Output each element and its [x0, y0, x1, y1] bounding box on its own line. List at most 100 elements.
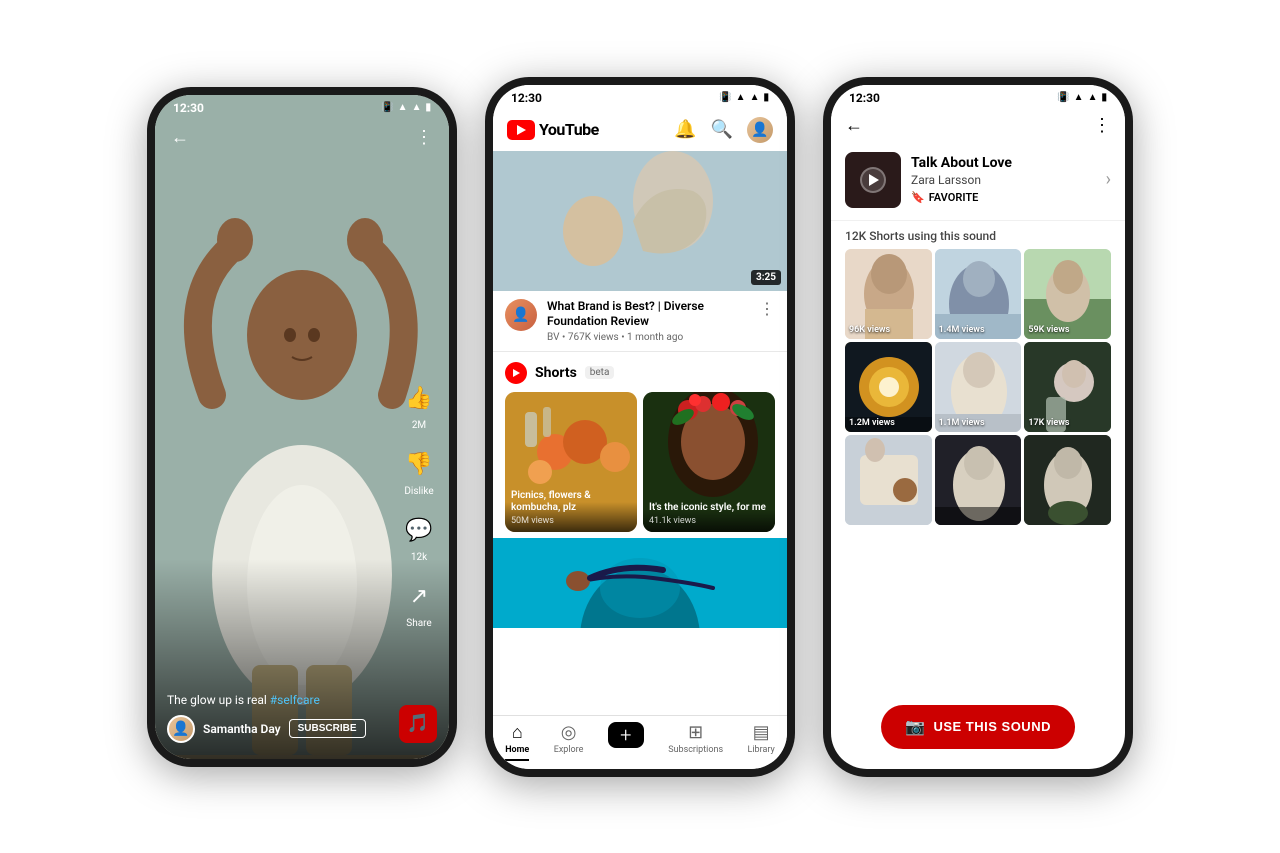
username: Samantha Day	[203, 722, 281, 736]
play-indicator	[860, 167, 886, 193]
phone1-caption: The glow up is real #selfcare	[167, 693, 389, 707]
user-avatar[interactable]: 👤	[747, 117, 773, 143]
use-this-sound-button[interactable]: 📷 USE THIS SOUND	[881, 705, 1075, 749]
sound-page-header: ← ⋮	[831, 109, 1125, 144]
nav-subscriptions[interactable]: ⊞ Subscriptions	[668, 722, 723, 761]
like-button[interactable]: 👍 2M	[401, 381, 437, 431]
search-icon[interactable]: 🔍	[711, 119, 733, 140]
short2-title: It's the iconic style, for me	[649, 502, 769, 514]
thumbs-down-icon: 👎	[401, 447, 437, 483]
video-meta: What Brand is Best? | Diverse Foundation…	[547, 299, 749, 343]
sound-video-7[interactable]	[845, 435, 932, 525]
short2-overlay: It's the iconic style, for me 41.1k view…	[643, 494, 775, 532]
nav-library-label: Library	[748, 745, 775, 755]
shorts-title: Shorts	[535, 365, 577, 381]
subscriptions-icon: ⊞	[688, 722, 703, 743]
sound-video-1[interactable]: 96K views	[845, 249, 932, 339]
video2-views: 1.4M views	[939, 325, 985, 335]
dislike-button[interactable]: 👎 Dislike	[401, 447, 437, 497]
channel-avatar[interactable]: 👤	[505, 299, 537, 331]
favorite-button[interactable]: 🔖 FAVORITE	[911, 191, 1096, 204]
sound-video-4[interactable]: 1.2M views	[845, 342, 932, 432]
comment-icon: 💬	[401, 513, 437, 549]
sound-title: Talk About Love	[911, 155, 1096, 171]
music-bars-icon: 🎵	[407, 713, 429, 734]
wifi-icon: ▲	[398, 102, 408, 113]
music-sound-button[interactable]: 🎵	[399, 705, 437, 743]
short2-views: 41.1k views	[649, 516, 769, 526]
nav-create[interactable]: +	[608, 722, 644, 761]
phone1-status-bar: 12:30 📳 ▲ ▲ ▮	[155, 95, 449, 119]
nav-underline	[505, 759, 529, 761]
youtube-logo-icon	[507, 120, 535, 140]
battery-icon: ▮	[1101, 92, 1107, 103]
video4-views: 1.2M views	[849, 418, 895, 428]
home-icon: ⌂	[512, 722, 523, 743]
vibrate-icon: 📳	[1057, 92, 1069, 103]
video-duration-badge: 3:25	[751, 270, 781, 285]
video1-views: 96K views	[849, 325, 890, 335]
phone-1-shorts: 12:30 📳 ▲ ▲ ▮ ← ⋮ 👍 2M	[147, 87, 457, 767]
sound-info-section: Talk About Love Zara Larsson 🔖 FAVORITE …	[831, 144, 1125, 221]
signal-icon: ▲	[412, 102, 422, 113]
video-info: 👤 What Brand is Best? | Diverse Foundati…	[493, 291, 787, 351]
phone3-status-icons: 📳 ▲ ▲ ▮	[1057, 92, 1107, 103]
hashtag[interactable]: #selfcare	[270, 693, 320, 707]
shorts-logo-icon	[505, 362, 527, 384]
video5-views: 1.1M views	[939, 418, 985, 428]
nav-subscriptions-label: Subscriptions	[668, 745, 723, 755]
sound-video-3[interactable]: 59K views	[1024, 249, 1111, 339]
nav-home[interactable]: ⌂ Home	[505, 722, 529, 761]
chevron-right-icon: ›	[1106, 169, 1111, 190]
sound-thumbnail[interactable]	[845, 152, 901, 208]
sound-back-button[interactable]: ←	[845, 115, 863, 136]
youtube-header-icons: 🔔 🔍 👤	[674, 117, 773, 143]
sound-video-6[interactable]: 17K views	[1024, 342, 1111, 432]
sound-video-9[interactable]	[1024, 435, 1111, 525]
sound-videos-grid: 96K views 1.4M views	[831, 249, 1125, 525]
youtube-bottom-nav: ⌂ Home ◎ Explore + ⊞ Subscriptions	[493, 715, 787, 769]
sound-video-2[interactable]: 1.4M views	[935, 249, 1022, 339]
share-button[interactable]: ↗ Share	[401, 579, 437, 629]
vibrate-icon: 📳	[719, 92, 731, 103]
signal-icon: ▲	[1088, 92, 1098, 103]
video6-views: 17K views	[1028, 418, 1069, 428]
avatar: 👤	[167, 715, 195, 743]
video-thumbnail[interactable]: 3:25	[493, 151, 787, 291]
vibrate-icon: 📳	[381, 102, 393, 113]
phone1-back-button[interactable]: ←	[171, 127, 189, 148]
share-label: Share	[406, 618, 431, 629]
short-card-2[interactable]: It's the iconic style, for me 41.1k view…	[643, 392, 775, 532]
phone1-time: 12:30	[173, 101, 204, 115]
youtube-header: YouTube 🔔 🔍 👤	[493, 109, 787, 151]
sound-more-button[interactable]: ⋮	[1093, 115, 1111, 136]
wifi-icon: ▲	[1074, 92, 1084, 103]
shorts-grid: Picnics, flowers & kombucha, plz 50M vie…	[505, 392, 775, 532]
nav-library[interactable]: ▤ Library	[748, 722, 775, 761]
video-title[interactable]: What Brand is Best? | Diverse Foundation…	[547, 299, 749, 330]
short-card-1[interactable]: Picnics, flowers & kombucha, plz 50M vie…	[505, 392, 637, 532]
video-more-button[interactable]: ⋮	[759, 299, 775, 318]
phone3-time: 12:30	[849, 91, 880, 105]
phones-container: 12:30 📳 ▲ ▲ ▮ ← ⋮ 👍 2M	[127, 57, 1153, 797]
notifications-icon[interactable]: 🔔	[674, 119, 696, 140]
video-subtitle: BV • 767K views • 1 month ago	[547, 332, 749, 343]
next-video-thumbnail[interactable]	[493, 538, 787, 628]
phone2-status-icons: 📳 ▲ ▲ ▮	[719, 92, 769, 103]
short1-views: 50M views	[511, 516, 631, 526]
shorts-header: Shorts beta	[505, 362, 775, 384]
short1-title: Picnics, flowers & kombucha, plz	[511, 490, 631, 514]
use-sound-label: USE THIS SOUND	[933, 719, 1051, 734]
sound-video-8[interactable]	[935, 435, 1022, 525]
subscribe-button[interactable]: SUBSCRIBE	[289, 719, 366, 738]
nav-explore[interactable]: ◎ Explore	[554, 722, 584, 761]
library-icon: ▤	[753, 722, 770, 743]
signal-icon: ▲	[750, 92, 760, 103]
sound-video-5[interactable]: 1.1M views	[935, 342, 1022, 432]
phone1-more-button[interactable]: ⋮	[415, 127, 433, 148]
camera-icon: 📷	[905, 717, 925, 737]
comment-button[interactable]: 💬 12k	[401, 513, 437, 563]
phone-2-youtube: 12:30 📳 ▲ ▲ ▮ YouTube 🔔 🔍 👤	[485, 77, 795, 777]
add-icon[interactable]: +	[608, 722, 644, 748]
like-count: 2M	[412, 420, 426, 431]
